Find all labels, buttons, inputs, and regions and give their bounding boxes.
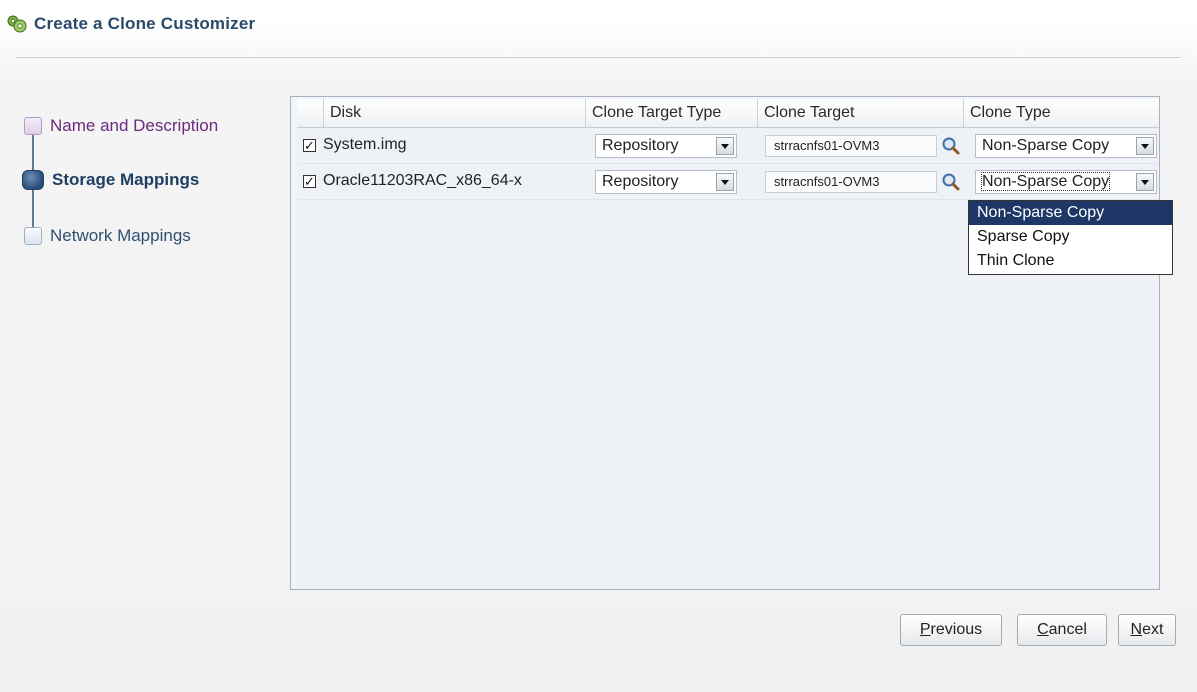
dialog-header: Create a Clone Customizer — [6, 10, 255, 38]
step-node-icon — [24, 117, 42, 135]
dropdown-arrow-icon[interactable] — [716, 137, 734, 155]
button-label: ancel — [1048, 621, 1087, 638]
clone-type-select[interactable]: Non-Sparse Copy — [975, 170, 1157, 194]
cancel-button[interactable]: Cancel — [1017, 614, 1107, 646]
step-node-icon — [24, 227, 42, 245]
search-icon[interactable] — [941, 136, 961, 156]
disk-name: Oracle11203RAC_x86_64-x — [323, 172, 522, 189]
button-label: ext — [1142, 621, 1164, 638]
search-icon[interactable] — [941, 172, 961, 192]
mnemonic: C — [1037, 621, 1049, 638]
step-node-current-icon — [22, 170, 44, 190]
step-label: Network Mappings — [50, 226, 191, 245]
table-row: ✓ Oracle11203RAC_x86_64-x Repository str… — [297, 165, 1159, 200]
column-header-clone-type[interactable]: Clone Type — [963, 99, 1163, 127]
dialog-title: Create a Clone Customizer — [34, 14, 256, 33]
clone-type-select[interactable]: Non-Sparse Copy — [975, 134, 1157, 158]
dropdown-option-thin-clone[interactable]: Thin Clone — [969, 249, 1172, 273]
previous-button[interactable]: Previous — [900, 614, 1002, 646]
clone-target-field[interactable]: strracnfs01-OVM3 — [765, 135, 937, 157]
clone-target-type-select[interactable]: Repository — [595, 170, 737, 194]
column-header-clone-target-type[interactable]: Clone Target Type — [585, 99, 757, 127]
dropdown-arrow-icon[interactable] — [716, 173, 734, 191]
table-header: Disk Clone Target Type Clone Target Clon… — [297, 99, 1159, 128]
row-checkbox[interactable]: ✓ — [303, 175, 316, 188]
column-header-clone-target[interactable]: Clone Target — [757, 99, 963, 127]
select-value: Non-Sparse Copy — [982, 137, 1110, 154]
header-divider — [16, 57, 1181, 58]
clone-customizer-icon — [7, 15, 27, 33]
select-value: Repository — [602, 137, 679, 154]
dialog: Create a Clone Customizer Name and Descr… — [0, 0, 1197, 692]
train-step-storage-mappings: Storage Mappings — [22, 170, 200, 190]
storage-mappings-table: Disk Clone Target Type Clone Target Clon… — [290, 96, 1160, 590]
mnemonic: P — [919, 621, 931, 638]
step-label: Storage Mappings — [52, 170, 200, 189]
wizard-train: Name and Description Storage Mappings Ne… — [22, 110, 272, 270]
train-step-network-mappings[interactable]: Network Mappings — [24, 226, 191, 246]
train-step-name-and-description[interactable]: Name and Description — [24, 116, 218, 136]
dropdown-option-non-sparse-copy[interactable]: Non-Sparse Copy — [969, 201, 1172, 225]
column-header-disk[interactable]: Disk — [323, 99, 585, 127]
dropdown-arrow-icon[interactable] — [1136, 137, 1154, 155]
table-body: Disk Clone Target Type Clone Target Clon… — [297, 99, 1159, 589]
next-button[interactable]: Next — [1118, 614, 1176, 646]
table-row: ✓ System.img Repository strracnfs01-OVM3… — [297, 129, 1159, 164]
mnemonic: N — [1130, 621, 1143, 638]
clone-target-field[interactable]: strracnfs01-OVM3 — [765, 171, 937, 193]
select-value: Non-Sparse Copy — [980, 172, 1111, 191]
clone-type-dropdown-list: Non-Sparse Copy Sparse Copy Thin Clone — [968, 200, 1173, 275]
button-label: revious — [930, 621, 983, 638]
select-value: Repository — [602, 173, 679, 190]
dropdown-arrow-icon[interactable] — [1136, 173, 1154, 191]
clone-target-type-select[interactable]: Repository — [595, 134, 737, 158]
row-checkbox[interactable]: ✓ — [303, 139, 316, 152]
disk-name: System.img — [323, 136, 407, 153]
dropdown-option-sparse-copy[interactable]: Sparse Copy — [969, 225, 1172, 249]
step-label: Name and Description — [50, 116, 219, 135]
